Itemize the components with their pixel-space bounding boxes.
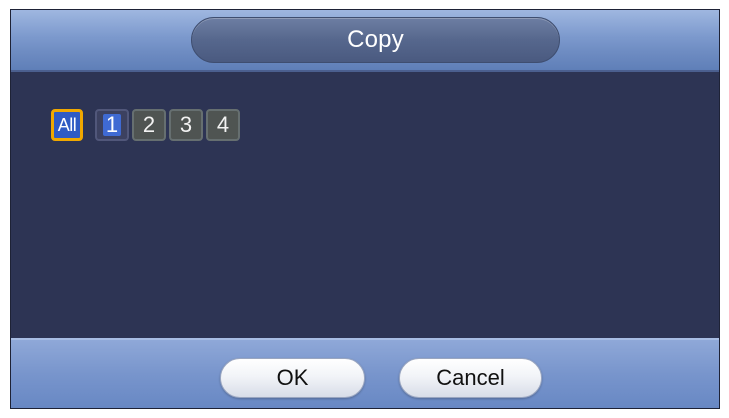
title-bar: Copy [11, 10, 719, 72]
ok-button[interactable]: OK [220, 358, 365, 398]
title-pill: Copy [191, 17, 560, 63]
channel-4-checkbox[interactable]: 4 [206, 109, 240, 141]
channel-selector: All 1 2 3 4 [51, 109, 243, 141]
dialog-title: Copy [347, 26, 404, 53]
button-bar: OK Cancel [11, 338, 719, 408]
channel-1-label: 1 [102, 114, 122, 136]
channel-2-checkbox[interactable]: 2 [132, 109, 166, 141]
all-channels-checkbox[interactable]: All [51, 109, 83, 141]
cancel-button[interactable]: Cancel [399, 358, 542, 398]
channel-3-checkbox[interactable]: 3 [169, 109, 203, 141]
copy-dialog: Copy All 1 2 3 4 OK Cancel [10, 9, 720, 409]
channel-1-checkbox[interactable]: 1 [95, 109, 129, 141]
